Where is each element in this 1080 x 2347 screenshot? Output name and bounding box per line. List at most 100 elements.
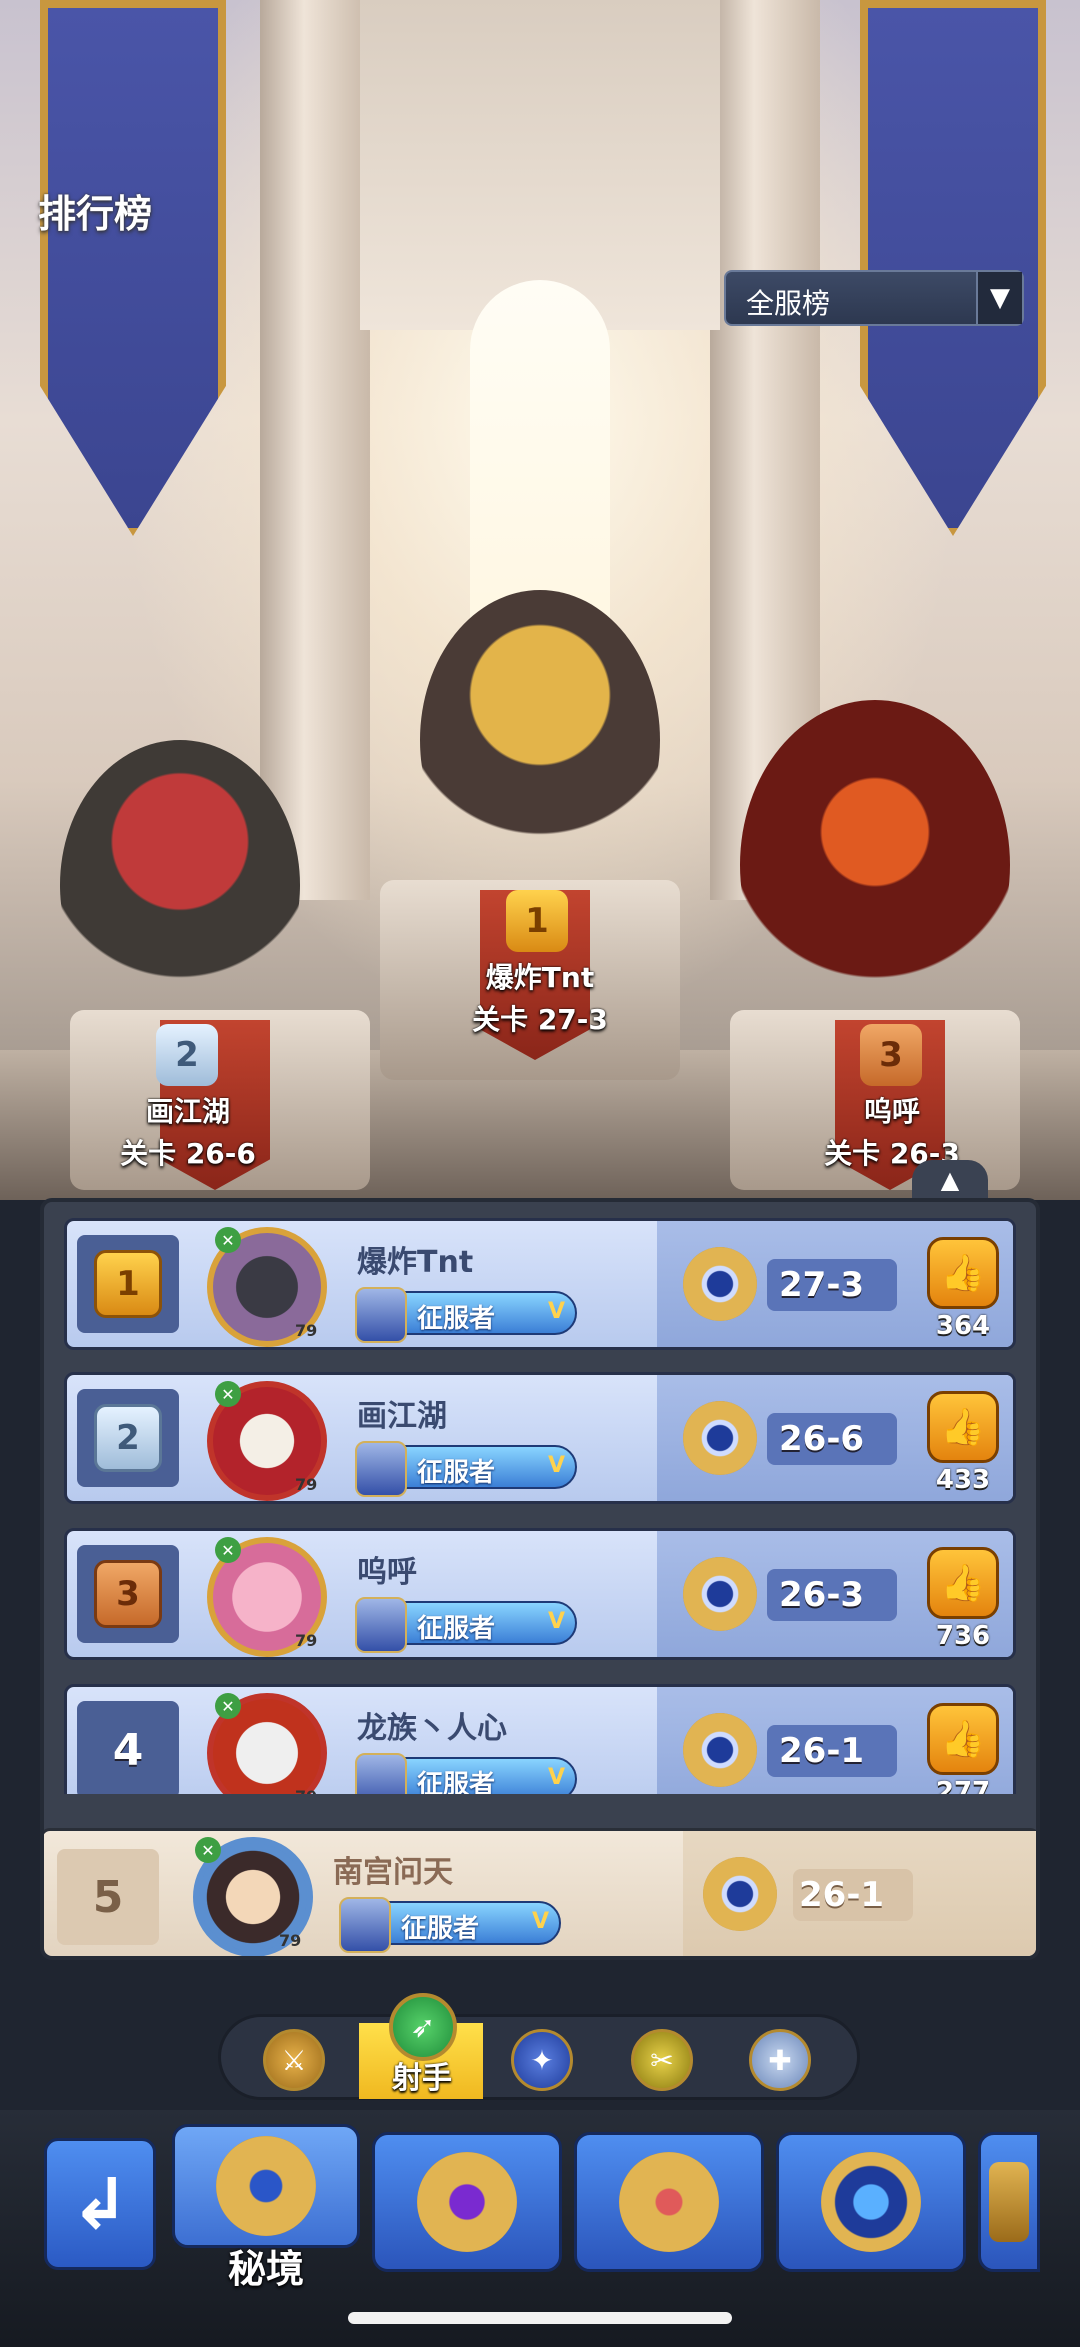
- stage-value: 27-3: [779, 1265, 865, 1305]
- class-filter-bar: ⚔ ➶ 射手 ✦ ✂ ✚: [218, 1993, 860, 2100]
- title-emblem-icon: [355, 1753, 407, 1794]
- title-suffix: V: [547, 1609, 565, 1634]
- tab-crown[interactable]: [574, 2132, 764, 2272]
- podium-rank-badge-3: 3: [860, 1024, 922, 1086]
- title-text: 征服者: [417, 1304, 496, 1334]
- leaderboard-row[interactable]: 2 ✕ 79 画江湖 征服者 V 26-6 👍 433: [64, 1372, 1016, 1504]
- hero-rank-3[interactable]: [740, 700, 1010, 1030]
- podium-stage-2: 关卡 26-6: [120, 1137, 256, 1170]
- title-emblem-icon: [339, 1897, 391, 1953]
- like-count: 364: [935, 1311, 991, 1341]
- tab-secret-realm[interactable]: [172, 2124, 360, 2248]
- like-count: 277: [935, 1777, 991, 1794]
- title-emblem-icon: [355, 1441, 407, 1497]
- rank-box: 1: [77, 1235, 179, 1333]
- hero-rank-1[interactable]: [420, 590, 660, 890]
- stage-icon: [683, 1557, 757, 1631]
- class-tab-label: 射手: [392, 2061, 452, 2096]
- rank-badge-icon: 1: [94, 1250, 162, 1318]
- title-suffix: V: [547, 1453, 565, 1478]
- leaderboard-row[interactable]: 1 ✕ 79 爆炸Tnt 征服者 V 27-3 👍 364: [64, 1218, 1016, 1350]
- title-text: 征服者: [417, 1614, 496, 1644]
- thumbs-up-icon: 👍: [940, 1563, 986, 1604]
- secret-realm-icon: [216, 2136, 316, 2236]
- like-count: 736: [935, 1621, 991, 1651]
- chevron-down-icon[interactable]: ▼: [976, 272, 1022, 324]
- podium-rank-badge-1: 1: [506, 890, 568, 952]
- chevron-up-icon: ▲: [940, 1166, 960, 1194]
- archer-icon[interactable]: ➶: [389, 1993, 457, 2061]
- stage-value: 26-1: [779, 1731, 865, 1771]
- podium-name-3: 呜呼: [863, 1095, 920, 1128]
- player-name: 呜呼: [357, 1555, 417, 1590]
- rank-badge-icon: 3: [94, 1560, 162, 1628]
- title-text: 征服者: [401, 1914, 480, 1944]
- player-title-badge: 征服者 V: [355, 1753, 577, 1794]
- stage-value: 26-1: [799, 1875, 885, 1915]
- my-rank-row[interactable]: 5 ✕ 79 南宫问天 征服者 V 26-1: [44, 1828, 1036, 1956]
- collapse-list-button[interactable]: ▲: [912, 1160, 988, 1200]
- player-level: 79: [295, 1475, 318, 1494]
- warrior-icon[interactable]: ⚔: [263, 2029, 325, 2091]
- title-emblem-icon: [355, 1597, 407, 1653]
- tab-secret-realm-label: 秘境: [227, 2247, 304, 2291]
- like-button[interactable]: 👍: [927, 1391, 999, 1463]
- back-button[interactable]: ↲: [44, 2138, 156, 2270]
- page-title: 排行榜: [38, 192, 153, 236]
- like-button[interactable]: 👍: [927, 1237, 999, 1309]
- stage-icon: [703, 1857, 777, 1931]
- tab-extra[interactable]: [978, 2132, 1040, 2272]
- scope-dropdown-label: 全服榜: [746, 287, 831, 320]
- back-arrow-icon: ↲: [70, 2163, 130, 2245]
- stage-value: 26-3: [779, 1575, 865, 1615]
- arena-background: 1 爆炸Tnt 关卡 27-3 2 画江湖 关卡 26-6 3 呜呼 关卡 26…: [0, 0, 1080, 1200]
- player-title-badge: 征服者 V: [355, 1287, 577, 1343]
- thumbs-up-icon: 👍: [940, 1719, 986, 1760]
- title-text: 征服者: [417, 1770, 496, 1794]
- rank-number: 4: [112, 1724, 144, 1776]
- leaderboard-panel: 1 ✕ 79 爆炸Tnt 征服者 V 27-3 👍 364 2 ✕ 79 画江湖: [40, 1198, 1040, 1960]
- player-name: 画江湖: [357, 1399, 447, 1434]
- podium-stage-1: 关卡 27-3: [472, 1003, 608, 1036]
- rank-box: 5: [57, 1849, 159, 1945]
- title-suffix: V: [547, 1299, 565, 1324]
- blue-star-icon: [821, 2152, 921, 2252]
- priest-icon[interactable]: ✚: [749, 2029, 811, 2091]
- thumbs-up-icon: 👍: [940, 1407, 986, 1448]
- player-title-badge: 征服者 V: [355, 1441, 577, 1497]
- player-title-badge: 征服者 V: [339, 1897, 561, 1953]
- class-badge-icon: ✕: [215, 1381, 241, 1407]
- player-title-badge: 征服者 V: [355, 1597, 577, 1653]
- right-banner: [860, 0, 1046, 536]
- podium-rank-badge-2: 2: [156, 1024, 218, 1086]
- scope-dropdown[interactable]: 全服榜 ▼: [724, 270, 1024, 326]
- leaderboard-row[interactable]: 4 ✕ 79 龙族丶人心 征服者 V 26-1 👍 277: [64, 1684, 1016, 1794]
- title-suffix: V: [547, 1765, 565, 1790]
- stage-icon: [683, 1247, 757, 1321]
- leaderboard-row[interactable]: 3 ✕ 79 呜呼 征服者 V 26-3 👍 736: [64, 1528, 1016, 1660]
- tab-purple-gem[interactable]: [372, 2132, 562, 2272]
- rank-box: 3: [77, 1545, 179, 1643]
- hero-rank-2[interactable]: [60, 740, 300, 1030]
- leaderboard-list[interactable]: 1 ✕ 79 爆炸Tnt 征服者 V 27-3 👍 364 2 ✕ 79 画江湖: [64, 1218, 1016, 1794]
- class-badge-icon: ✕: [215, 1537, 241, 1563]
- assassin-icon[interactable]: ✂: [631, 2029, 693, 2091]
- home-indicator[interactable]: [348, 2312, 732, 2324]
- stage-value: 26-6: [779, 1419, 865, 1459]
- title-emblem-icon: [355, 1287, 407, 1343]
- title-text: 征服者: [417, 1458, 496, 1488]
- thumbs-up-icon: 👍: [940, 1253, 986, 1294]
- stage-icon: [683, 1401, 757, 1475]
- player-level: 79: [295, 1631, 318, 1650]
- player-level: 79: [279, 1931, 302, 1950]
- stage-icon: [683, 1713, 757, 1787]
- like-button[interactable]: 👍: [927, 1703, 999, 1775]
- tab-blue-star[interactable]: [776, 2132, 966, 2272]
- podium-name-2: 画江湖: [145, 1095, 230, 1128]
- class-badge-icon: ✕: [215, 1693, 241, 1719]
- like-button[interactable]: 👍: [927, 1547, 999, 1619]
- rank-badge-icon: 2: [94, 1404, 162, 1472]
- mage-icon[interactable]: ✦: [511, 2029, 573, 2091]
- extra-tab-icon: [989, 2162, 1029, 2242]
- podium-name-1: 爆炸Tnt: [485, 961, 595, 994]
